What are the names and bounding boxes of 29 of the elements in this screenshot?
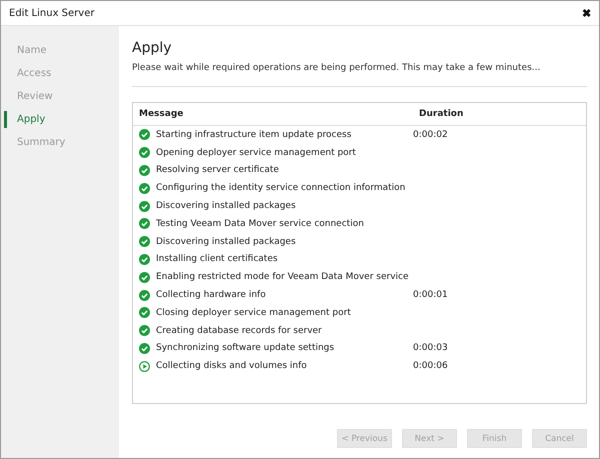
- step-item[interactable]: Apply: [4, 111, 119, 128]
- message-text: Enabling restricted mode for Veeam Data Mover service: [156, 272, 409, 282]
- message-text: Closing deployer service management port: [156, 308, 351, 318]
- step-item[interactable]: Name: [4, 42, 119, 59]
- message-text: Configuring the identity service connection information: [156, 183, 406, 194]
- message-text: Testing Veeam Data Mover service connection: [156, 218, 364, 229]
- message-text: Installing client certificates: [156, 254, 278, 264]
- message-text: Creating database records for server: [156, 326, 322, 336]
- description-text: Please wait while required operations are being performed. This may take a few minutes...: [132, 63, 587, 87]
- message-text: Discovering installed packages: [156, 236, 296, 247]
- column-header: Duration: [418, 109, 464, 119]
- page-heading: Apply: [132, 40, 173, 56]
- duration-text: 0:00:02: [412, 130, 448, 140]
- duration-text: 0:00:06: [412, 361, 448, 372]
- step-item[interactable]: Access: [4, 65, 119, 82]
- message-text: Collecting hardware info: [156, 290, 266, 300]
- step-item[interactable]: Review: [4, 88, 119, 105]
- window-title: Edit Linux Server: [9, 8, 94, 18]
- message-text: Starting infrastructure item update process: [156, 130, 352, 140]
- message-text: Collecting disks and volumes info: [156, 361, 307, 372]
- column-header: Message: [138, 109, 184, 119]
- duration-text: 0:00:01: [412, 290, 448, 300]
- duration-text: 0:00:03: [412, 343, 448, 354]
- close-button[interactable]: ✖: [582, 6, 591, 20]
- step-item[interactable]: Summary: [4, 134, 119, 151]
- message-text: Resolving server certificate: [156, 165, 279, 176]
- message-text: Discovering installed packages: [156, 201, 296, 212]
- message-text: Synchronizing software update settings: [156, 343, 334, 354]
- message-text: Opening deployer service management port: [156, 148, 356, 158]
